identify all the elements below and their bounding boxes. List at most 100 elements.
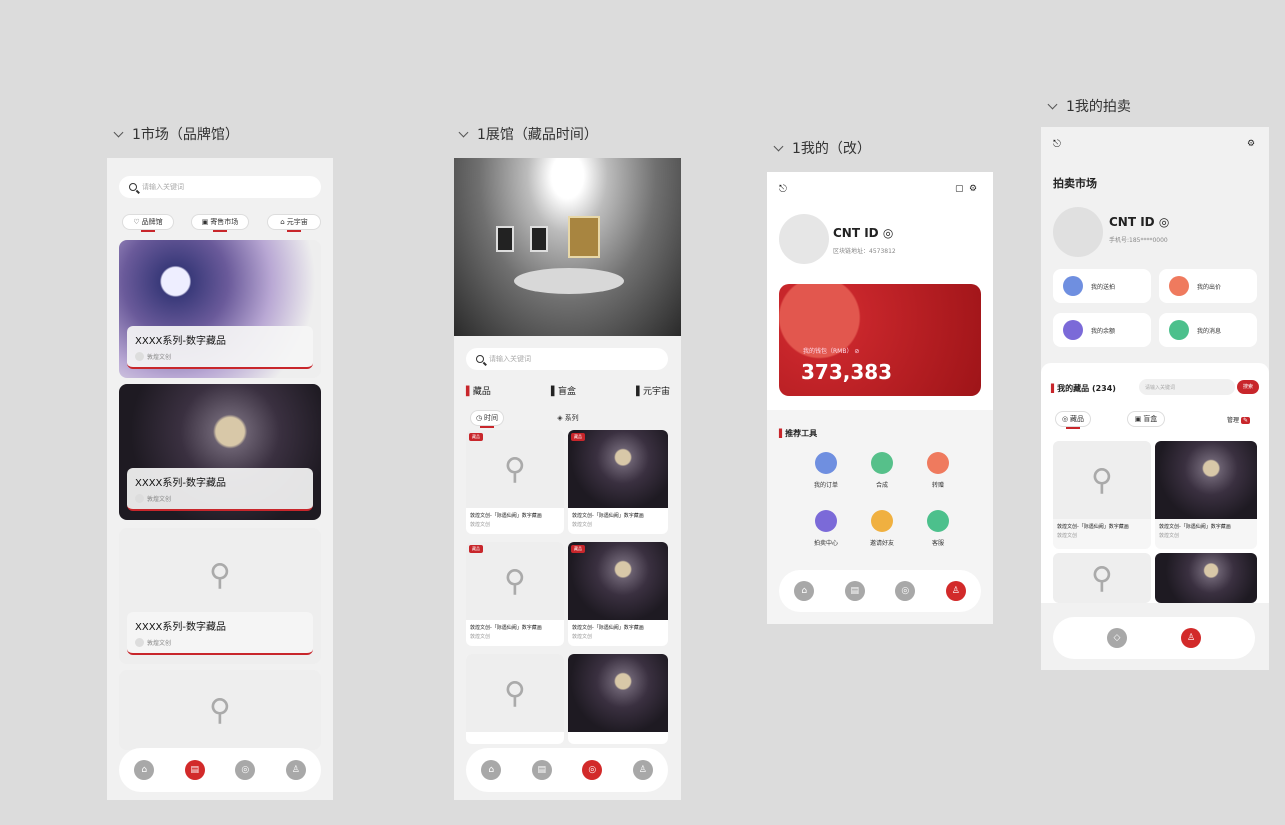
tool-invite[interactable]: 邀请好友 [857,510,907,547]
home-icon[interactable]: ⌂ [481,760,502,780]
item-image [568,542,668,620]
tab-consign[interactable]: ▣ 寄售市场 [191,214,249,232]
gallery-icon[interactable]: ◎ [582,760,603,780]
frame-gallery: 请输入关键词 ▌藏品 ▌盲盒 ▌元宇宙 ◷ 时间 ◈ 系列 ⚲ 藏品 敦煌文创-「际遇仙… [454,158,681,800]
tile-bids[interactable]: 我的出价 [1159,269,1257,303]
chevron-down-icon [113,127,124,137]
page-title: 拍卖市场 [1053,177,1097,190]
collection-item[interactable]: 敦煌文创-「际遇仙阙」数字藏画 敦煌文创 [1155,441,1257,549]
tab-brand[interactable]: ♡ 品牌馆 [122,214,174,232]
brand-avatar [135,638,144,647]
tab-metaverse[interactable]: ▌元宇宙 [636,384,670,397]
tool-auction[interactable]: 拍卖中心 [801,510,851,547]
heart-icon: ♡ [133,218,140,226]
copy-icon[interactable]: ◎ [883,226,893,240]
tool-orders[interactable]: 我的订单 [801,452,851,489]
consign-icon [1063,276,1083,296]
collection-icon: ◎ [1061,415,1069,423]
avatar[interactable] [779,214,829,264]
search-input[interactable]: 请输入关键词 [119,176,321,198]
item-image [568,430,668,508]
copy-icon[interactable]: ◎ [1159,215,1169,229]
collection-item[interactable]: ⚲ [1053,553,1151,603]
tab-blindbox[interactable]: ▣ 盲盒 [1127,411,1165,427]
frame-title-mine[interactable]: 1我的（改） [773,138,871,158]
profile-icon[interactable]: ♙ [945,581,966,601]
sketch-figure-icon: ⚲ [209,692,231,728]
tab-collection[interactable]: ▌藏品 [466,384,491,397]
service-icon [927,510,949,532]
market-icon[interactable]: ▤ [844,581,865,601]
item-image: ⚲ [1053,553,1151,603]
chevron-down-icon [773,141,784,151]
frame-auction: ⎋ ⚙ 拍卖市场 CNT ID ◎ 手机号:185****0000 我的送拍 我… [1041,127,1269,670]
collection-item[interactable]: ⚲ 藏品 敦煌文创-「际遇仙阙」数字藏画 敦煌文创 [466,430,564,534]
profile-icon[interactable]: ♙ [632,760,653,780]
section-title: ▌我的藏品 (234) [1051,384,1116,393]
frame-title-market[interactable]: 1市场（品牌馆） [113,124,239,144]
gallery-icon[interactable]: ◎ [895,581,916,601]
bottom-nav: ⌂ ▤ ◎ ♙ [779,570,981,612]
avatar[interactable] [1053,207,1103,257]
logout-icon[interactable]: ⎋ [779,184,787,195]
profile-icon[interactable]: ♙ [285,760,306,780]
collection-card[interactable]: ⚲ [119,670,321,750]
tab-metaverse[interactable]: ⌂ 元宇宙 [267,214,321,232]
home-icon[interactable]: ⌂ [134,760,155,780]
series-icon: ◈ [557,414,563,422]
home-icon[interactable]: ⌂ [794,581,815,601]
market-icon[interactable]: ▤ [531,760,552,780]
eye-off-icon[interactable]: ⊘ [854,348,859,355]
tile-messages[interactable]: 我的消息 [1159,313,1257,347]
search-icon [476,355,484,363]
settings-icon[interactable]: ⚙ [969,184,977,194]
collection-item[interactable]: ⚲ 敦煌文创-「际遇仙阙」数字藏画 敦煌文创 [1053,441,1151,549]
logout-icon[interactable]: ⎋ [1053,139,1061,150]
frame-title-auction[interactable]: 1我的拍卖 [1047,96,1131,116]
collection-card[interactable]: XXXX系列-数字藏品 敦煌文创 [119,240,321,378]
auction-icon[interactable]: ◇ [1107,628,1127,648]
user-name: CNT ID ◎ [833,226,894,240]
section-title: ▌推荐工具 [779,429,818,438]
collection-item[interactable]: 藏品 敦煌文创-「际遇仙阙」数字藏画 敦煌文创 [568,542,668,646]
item-image [1155,441,1257,519]
exhibition-hall-image [454,158,681,336]
bottom-nav: ◇ ♙ [1053,617,1255,659]
bid-icon [1169,276,1189,296]
filter-series[interactable]: ◈ 系列 [550,410,586,426]
search-input[interactable]: 请输入关键词 [1139,379,1235,395]
collection-item[interactable] [568,654,668,744]
settings-icon[interactable]: ⚙ [1247,139,1255,149]
tab-blindbox[interactable]: ▌盲盒 [551,384,576,397]
manage-button[interactable]: 管理 ✎ [1227,415,1250,424]
tab-collection[interactable]: ◎ 藏品 [1055,411,1091,429]
market-icon[interactable]: ▤ [184,760,205,780]
search-input[interactable]: 请输入关键词 [466,348,668,370]
tile-balance[interactable]: 我的余额 [1053,313,1151,347]
tool-service[interactable]: 客服 [913,510,963,547]
item-image [1155,553,1257,603]
tool-synthesis[interactable]: 合成 [857,452,907,489]
tool-transfer[interactable]: 转赠 [913,452,963,489]
collection-item[interactable]: 藏品 敦煌文创-「际遇仙阙」数字藏画 敦煌文创 [568,430,668,534]
blindbox-icon: ▣ [1134,415,1142,423]
search-button[interactable]: 搜索 [1237,380,1259,394]
transfer-icon [927,452,949,474]
message-icon[interactable]: ▢ [955,184,964,194]
metaverse-icon: ⌂ [280,218,285,226]
frame-title-gallery[interactable]: 1展馆（藏品时间） [458,124,598,144]
filter-time[interactable]: ◷ 时间 [470,410,504,428]
tile-consign[interactable]: 我的送拍 [1053,269,1151,303]
collection-card[interactable]: XXXX系列-数字藏品 敦煌文创 [119,384,321,520]
brand-avatar [135,494,144,503]
collection-panel: ▌我的藏品 (234) 请输入关键词 搜索 ◎ 藏品 ▣ 盲盒 管理 ✎ ⚲ 敦煌文创… [1041,363,1269,670]
profile-icon[interactable]: ♙ [1181,628,1201,648]
collection-item[interactable]: ⚲ [466,654,564,744]
collection-item[interactable] [1155,553,1257,603]
collection-item[interactable]: ⚲ 藏品 敦煌文创-「际遇仙阙」数字藏画 敦煌文创 [466,542,564,646]
wallet-card[interactable]: 我的钱包（RMB） ⊘ 373,383 [779,284,981,396]
chevron-down-icon [1047,99,1058,109]
gallery-icon[interactable]: ◎ [235,760,256,780]
collection-card[interactable]: ⚲ XXXX系列-数字藏品 敦煌文创 [119,528,321,664]
chain-address: 区块链地址：4573812 [833,248,896,255]
